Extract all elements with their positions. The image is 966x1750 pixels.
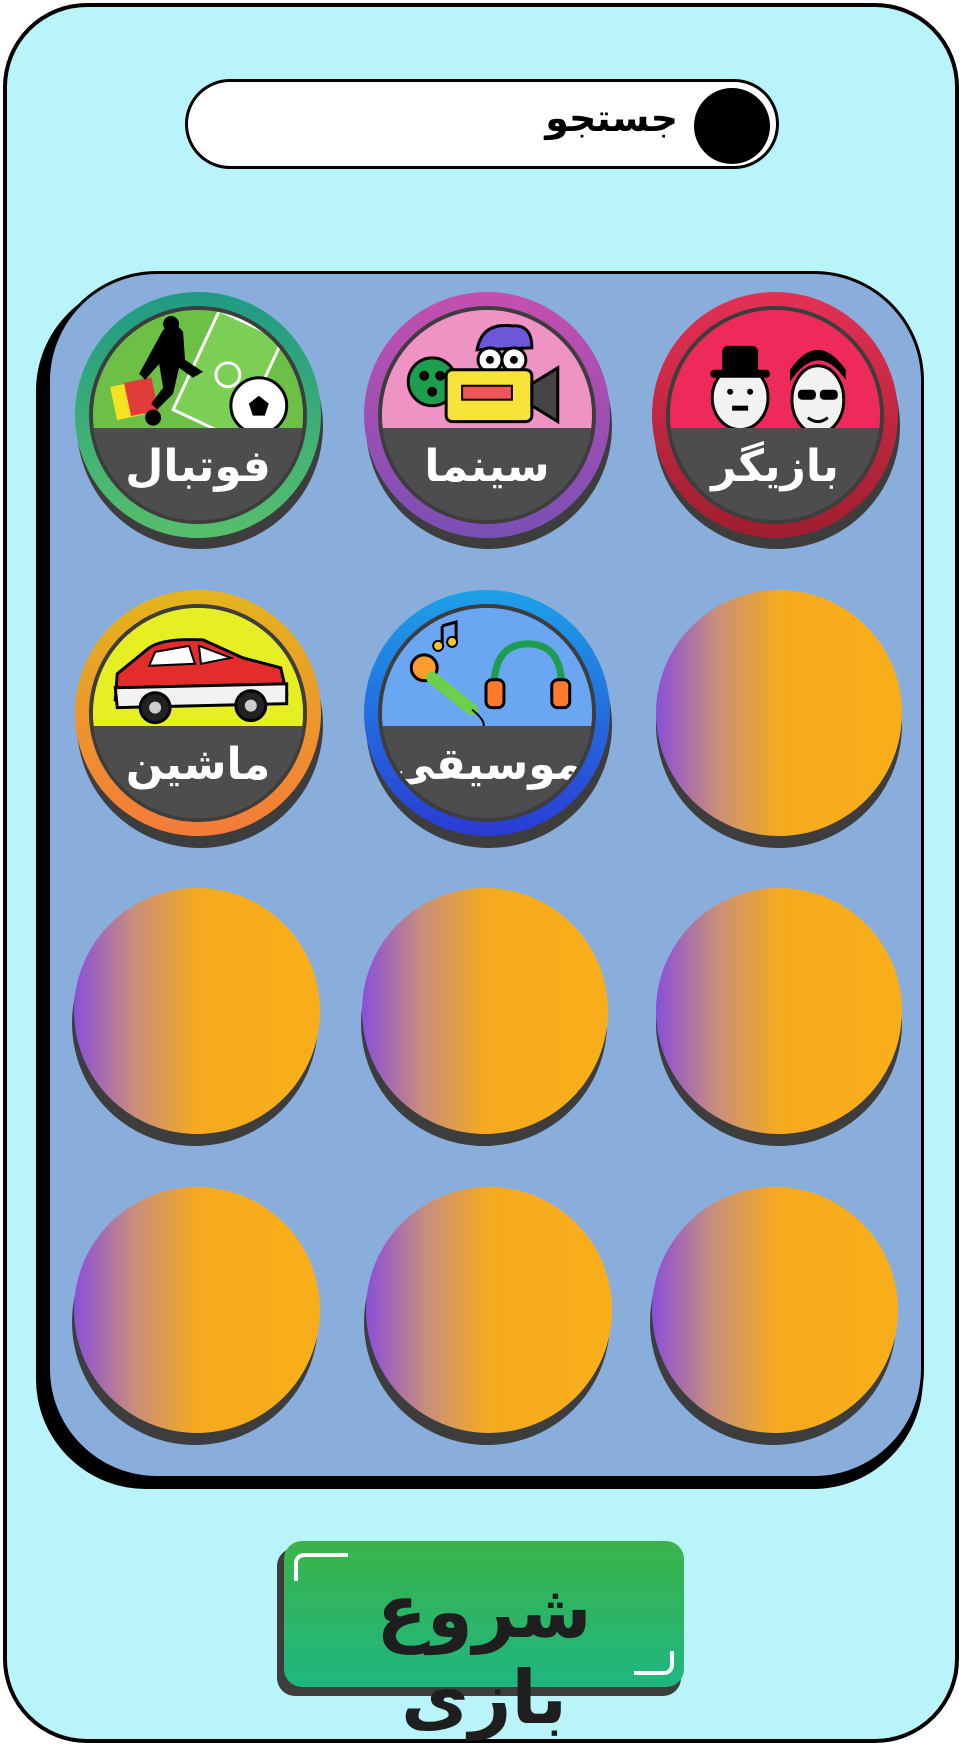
music-icon — [409, 619, 572, 726]
category-label: سینما — [424, 441, 550, 492]
category-label: فوتبال — [125, 441, 271, 492]
category-music[interactable]: موسیقی — [364, 590, 610, 836]
category-actors[interactable]: بازیگر — [652, 292, 898, 538]
car-icon — [113, 638, 289, 725]
category-cinema[interactable]: سینما — [364, 292, 610, 538]
search-bar[interactable]: جستجو — [185, 79, 779, 169]
empty-slot[interactable] — [74, 1187, 320, 1433]
search-icon[interactable] — [694, 88, 770, 164]
category-car[interactable]: ماشین — [75, 590, 321, 836]
category-label: ماشین — [125, 739, 271, 790]
empty-slot[interactable] — [656, 590, 902, 836]
empty-slot[interactable] — [656, 888, 902, 1134]
movie-camera-icon — [406, 323, 560, 425]
start-game-button[interactable]: شروع بازی — [284, 1541, 684, 1741]
football-icon — [110, 310, 289, 428]
search-label: جستجو — [545, 96, 678, 140]
empty-slot[interactable] — [74, 888, 320, 1134]
empty-slot[interactable] — [362, 888, 608, 1134]
empty-slot[interactable] — [652, 1187, 898, 1433]
category-label: بازیگر — [711, 441, 839, 492]
actors-faces-icon — [710, 345, 846, 428]
category-football[interactable]: فوتبال — [75, 292, 321, 538]
start-game-label: شروع بازی — [376, 1569, 592, 1741]
empty-slot[interactable] — [366, 1187, 612, 1433]
category-label: موسیقی — [390, 739, 584, 790]
